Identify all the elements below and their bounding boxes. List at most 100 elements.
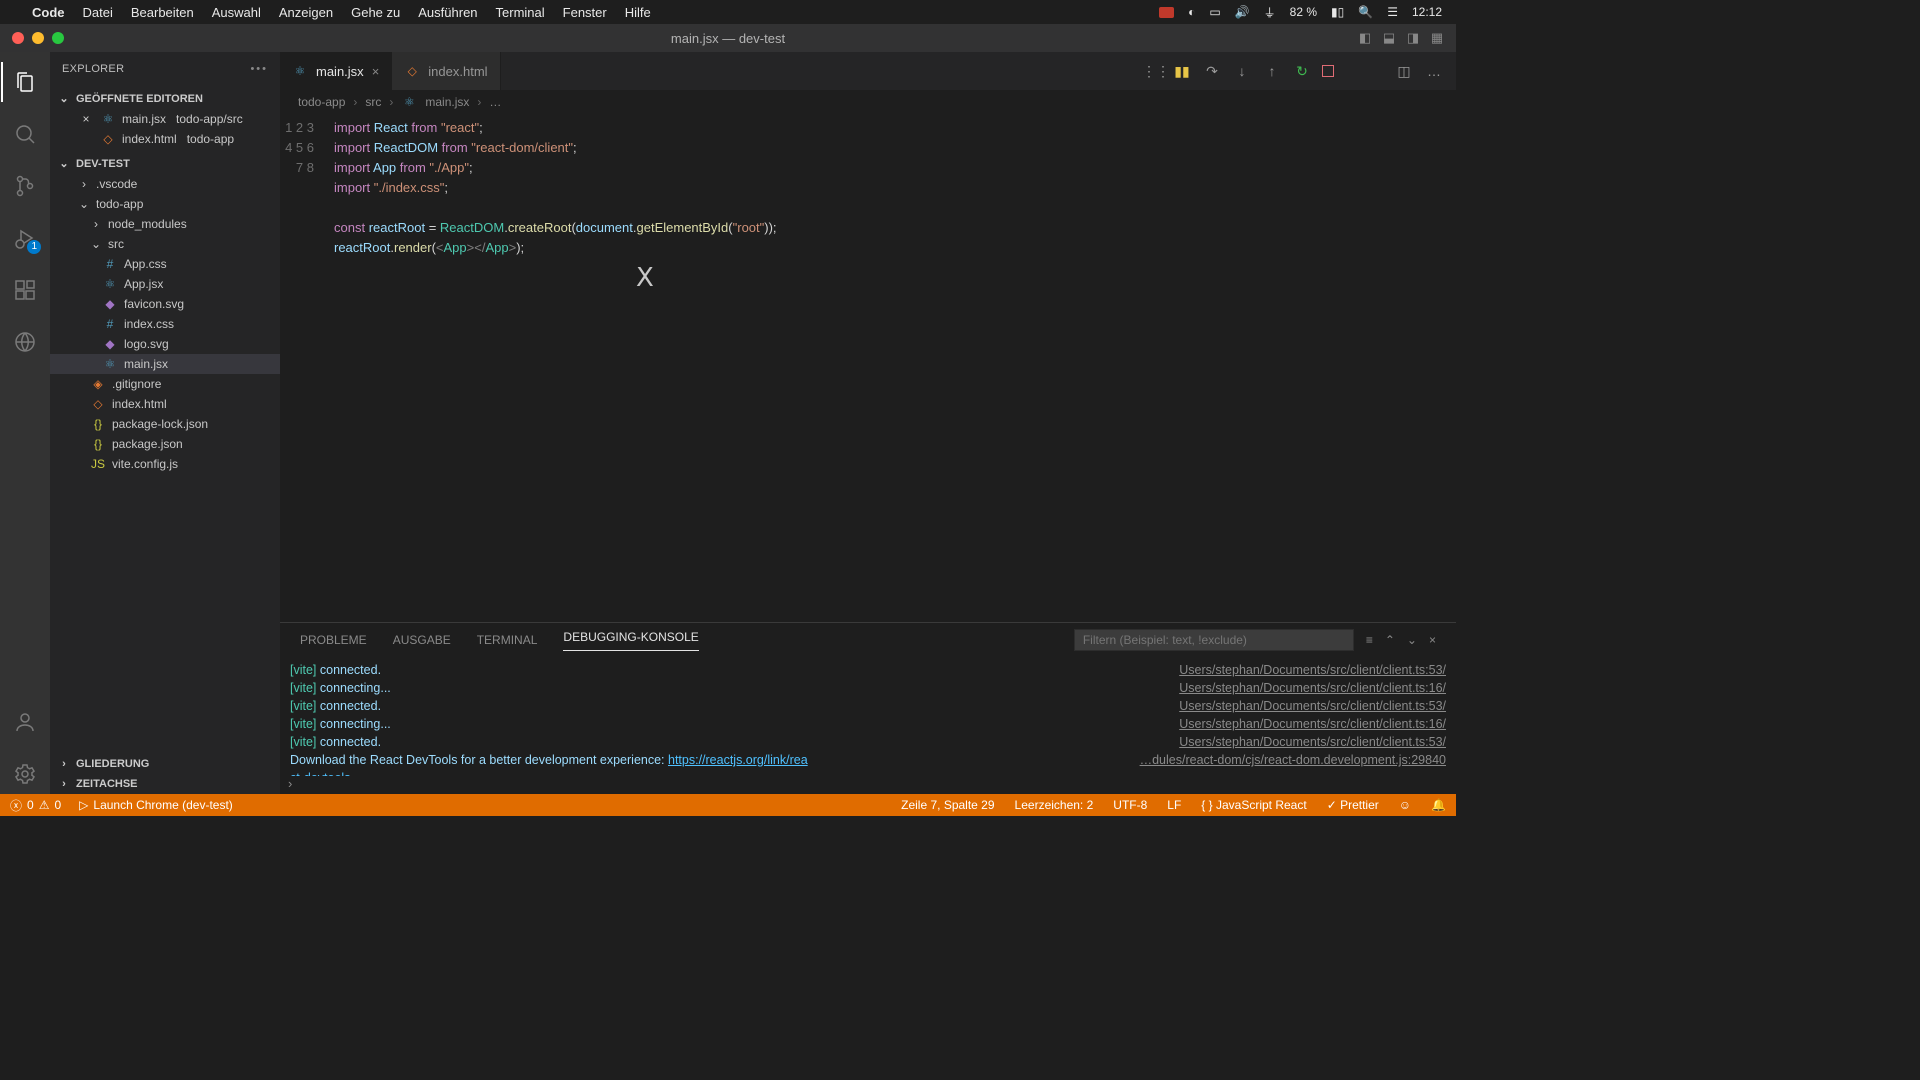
panel-tab-terminal[interactable]: TERMINAL: [477, 633, 538, 647]
source-link[interactable]: Users/stephan/Documents/src/client/clien…: [1179, 715, 1446, 733]
debug-console-input[interactable]: ›: [280, 776, 1456, 794]
window-max-icon[interactable]: [52, 32, 64, 44]
debug-step-into-icon[interactable]: ↓: [1232, 63, 1252, 79]
layout-panel-left-icon[interactable]: ◧: [1354, 28, 1376, 48]
file-item[interactable]: #index.css: [50, 314, 280, 334]
file-item[interactable]: {}package.json: [50, 434, 280, 454]
spotlight-icon[interactable]: 🔍: [1358, 5, 1373, 19]
source-link[interactable]: …dules/react-dom/cjs/react-dom.developme…: [1140, 751, 1446, 769]
activity-search[interactable]: [1, 114, 49, 154]
layout-panel-right-icon[interactable]: ◨: [1402, 28, 1424, 48]
debug-step-out-icon[interactable]: ↑: [1262, 63, 1282, 79]
panel-tab-debug-console[interactable]: DEBUGGING-KONSOLE: [563, 630, 698, 651]
debug-restart-icon[interactable]: ↻: [1292, 63, 1312, 80]
status-icon[interactable]: ◐: [1188, 5, 1195, 19]
activity-debug[interactable]: 1: [1, 218, 49, 258]
source-link[interactable]: Users/stephan/Documents/src/client/clien…: [1179, 733, 1446, 751]
folder-src[interactable]: ⌄src: [50, 234, 280, 254]
file-item[interactable]: ◆favicon.svg: [50, 294, 280, 314]
panel-tab-output[interactable]: AUSGABE: [393, 633, 451, 647]
crumb[interactable]: src: [365, 95, 381, 109]
status-feedback-icon[interactable]: ☺: [1399, 798, 1411, 812]
recording-icon[interactable]: [1159, 7, 1174, 18]
window-close-icon[interactable]: [12, 32, 24, 44]
outline-section[interactable]: ›GLIEDERUNG: [50, 754, 280, 774]
status-encoding[interactable]: UTF-8: [1113, 798, 1147, 812]
file-item[interactable]: ◈.gitignore: [50, 374, 280, 394]
menu-goto[interactable]: Gehe zu: [351, 5, 400, 20]
activity-source-control[interactable]: [1, 166, 49, 206]
file-item[interactable]: ◇index.html: [50, 394, 280, 414]
airplay-icon[interactable]: ▭: [1209, 5, 1220, 19]
open-editor-item[interactable]: ◇ index.html todo-app: [50, 129, 280, 149]
activity-explorer[interactable]: [1, 62, 49, 102]
menu-terminal[interactable]: Terminal: [496, 5, 545, 20]
menu-window[interactable]: Fenster: [563, 5, 607, 20]
file-item[interactable]: ◆logo.svg: [50, 334, 280, 354]
menu-file[interactable]: Datei: [83, 5, 113, 20]
tab-main-jsx[interactable]: ⚛ main.jsx ×: [280, 52, 392, 90]
clock[interactable]: 12:12: [1412, 5, 1442, 19]
menu-edit[interactable]: Bearbeiten: [131, 5, 194, 20]
status-indent[interactable]: Leerzeichen: 2: [1015, 798, 1094, 812]
status-eol[interactable]: LF: [1167, 798, 1181, 812]
window-min-icon[interactable]: [32, 32, 44, 44]
file-item[interactable]: #App.css: [50, 254, 280, 274]
debug-stop-icon[interactable]: [1322, 65, 1334, 77]
filter-input[interactable]: [1074, 629, 1354, 651]
layout-panel-bottom-icon[interactable]: ⬓: [1378, 28, 1400, 48]
status-bell-icon[interactable]: 🔔: [1431, 798, 1446, 812]
activity-extensions[interactable]: [1, 270, 49, 310]
wifi-icon[interactable]: ⏚: [1264, 4, 1276, 21]
activity-account[interactable]: [1, 702, 49, 742]
file-item[interactable]: ⚛App.jsx: [50, 274, 280, 294]
menu-selection[interactable]: Auswahl: [212, 5, 261, 20]
source-link[interactable]: Users/stephan/Documents/src/client/clien…: [1179, 661, 1446, 679]
activity-settings[interactable]: [1, 754, 49, 794]
maximize-icon[interactable]: ⌄: [1407, 633, 1417, 647]
folder-node-modules[interactable]: ›node_modules: [50, 214, 280, 234]
open-editor-item[interactable]: × ⚛ main.jsx todo-app/src: [50, 109, 280, 129]
status-errors[interactable]: ⓧ 0 ⚠ 0: [10, 797, 61, 814]
more-actions-icon[interactable]: …: [1424, 63, 1444, 79]
close-icon[interactable]: ×: [78, 112, 94, 126]
status-language[interactable]: { } JavaScript React: [1201, 798, 1306, 812]
file-item-main[interactable]: ⚛main.jsx: [50, 354, 280, 374]
breadcrumb[interactable]: todo-app› src› ⚛ main.jsx› …: [280, 90, 1456, 114]
crumb[interactable]: main.jsx: [425, 95, 469, 109]
file-item[interactable]: JSvite.config.js: [50, 454, 280, 474]
status-prettier[interactable]: ✓ Prettier: [1327, 798, 1379, 812]
debug-pause-icon[interactable]: ▮▮: [1172, 63, 1192, 80]
source-link[interactable]: Users/stephan/Documents/src/client/clien…: [1179, 679, 1446, 697]
crumb[interactable]: …: [489, 95, 501, 109]
split-editor-icon[interactable]: ◫: [1394, 63, 1414, 80]
tab-index-html[interactable]: ◇ index.html: [392, 52, 500, 90]
crumb[interactable]: todo-app: [298, 95, 345, 109]
menu-run[interactable]: Ausführen: [418, 5, 477, 20]
volume-icon[interactable]: 🔊: [1235, 5, 1250, 19]
close-panel-icon[interactable]: ×: [1429, 633, 1436, 647]
control-center-icon[interactable]: ☰: [1387, 5, 1398, 19]
status-cursor[interactable]: Zeile 7, Spalte 29: [901, 798, 994, 812]
folder-todo-app[interactable]: ⌄todo-app: [50, 194, 280, 214]
workspace-section[interactable]: ⌄ DEV-TEST: [50, 153, 280, 174]
collapse-icon[interactable]: ⌃: [1385, 633, 1395, 647]
app-name[interactable]: Code: [32, 5, 65, 20]
folder-vscode[interactable]: ›.vscode: [50, 174, 280, 194]
activity-remote[interactable]: [1, 322, 49, 362]
code-editor[interactable]: 1 2 3 4 5 6 7 8 import React from "react…: [280, 114, 1456, 622]
explorer-more-icon[interactable]: •••: [250, 63, 268, 75]
code-content[interactable]: import React from "react"; import ReactD…: [328, 114, 777, 622]
debug-console-output[interactable]: [vite] connected.Users/stephan/Documents…: [280, 657, 1456, 776]
layout-customize-icon[interactable]: ▦: [1426, 28, 1448, 48]
open-editors-section[interactable]: ⌄ GEÖFFNETE EDITOREN: [50, 88, 280, 109]
tab-close-icon[interactable]: ×: [372, 64, 380, 79]
debug-step-over-icon[interactable]: ↷: [1202, 63, 1222, 80]
source-link[interactable]: Users/stephan/Documents/src/client/clien…: [1179, 697, 1446, 715]
file-item[interactable]: {}package-lock.json: [50, 414, 280, 434]
menu-help[interactable]: Hilfe: [625, 5, 651, 20]
menu-view[interactable]: Anzeigen: [279, 5, 333, 20]
drag-handle-icon[interactable]: ⋮⋮: [1142, 63, 1162, 80]
status-launch-config[interactable]: ▷ Launch Chrome (dev-test): [79, 798, 233, 812]
battery-icon[interactable]: ▮▯: [1331, 5, 1344, 19]
